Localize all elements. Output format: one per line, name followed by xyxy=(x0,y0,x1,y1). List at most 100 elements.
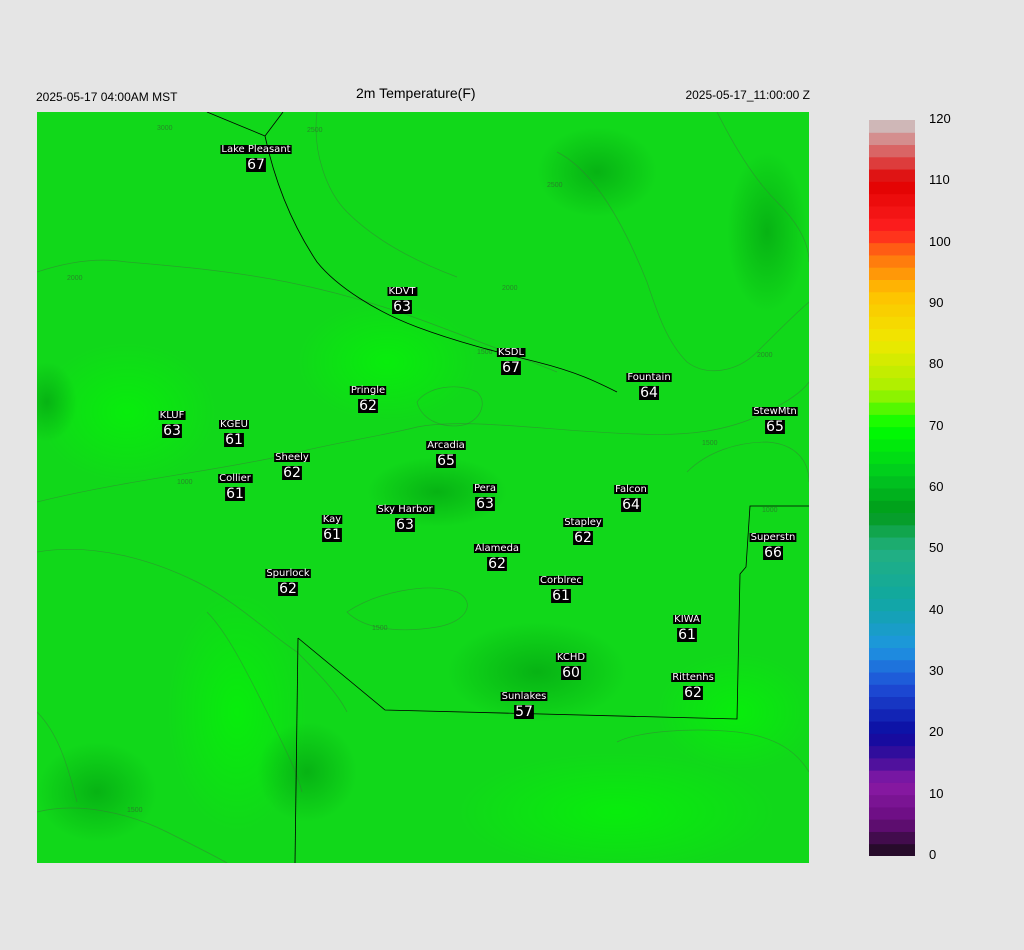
colorbar-band xyxy=(869,463,915,477)
colorbar-tick-label: 40 xyxy=(929,601,944,617)
contour-label: 1000 xyxy=(177,479,193,486)
colorbar-band xyxy=(869,770,915,783)
colorbar-band xyxy=(869,586,915,599)
colorbar-band xyxy=(869,500,915,514)
colorbar-band xyxy=(869,353,915,366)
station-name: Stapley xyxy=(564,517,602,528)
station-value: 62 xyxy=(279,581,297,597)
colorbar-band xyxy=(869,512,915,526)
map-title: 2m Temperature(F) xyxy=(356,85,476,101)
colorbar-band xyxy=(869,218,915,231)
station-name: Falcon xyxy=(615,484,647,495)
station-name: KIWA xyxy=(674,614,700,625)
colorbar-tick-label: 0 xyxy=(929,847,937,862)
colorbar-band xyxy=(869,169,915,182)
colorbar-tick-label: 70 xyxy=(929,417,944,433)
contour-label: 2500 xyxy=(547,182,563,189)
colorbar-band xyxy=(869,696,915,710)
station-name: Collier xyxy=(219,473,252,484)
station-name: Corblrec xyxy=(540,575,582,586)
colorbar-band xyxy=(869,205,915,219)
station-name: Superstn xyxy=(751,532,796,543)
station-name: Kay xyxy=(323,514,342,525)
colorbar-band xyxy=(869,328,915,342)
station-value: 67 xyxy=(502,360,520,376)
colorbar-band xyxy=(869,635,915,648)
colorbar-band xyxy=(869,389,915,403)
colorbar-band xyxy=(869,610,915,624)
colorbar-band xyxy=(869,733,915,747)
station-name: Fountain xyxy=(627,372,670,383)
colorbar-band xyxy=(869,598,915,612)
colorbar-band xyxy=(869,831,915,845)
station-kay: Kay 61 xyxy=(321,514,343,543)
colorbar-band xyxy=(869,230,915,244)
colorbar-band xyxy=(869,549,915,563)
station-kiwa: KIWA 61 xyxy=(673,614,701,643)
contour-label: 3000 xyxy=(157,125,173,132)
colorbar-band xyxy=(869,304,915,317)
colorbar-tick-label: 10 xyxy=(929,785,944,801)
station-value: 61 xyxy=(552,588,570,604)
station-value: 62 xyxy=(574,530,592,546)
contour-label: 1500 xyxy=(372,625,388,632)
colorbar-band xyxy=(869,365,915,379)
colorbar-band xyxy=(869,819,915,832)
station-name: Arcadia xyxy=(427,440,465,451)
colorbar-band xyxy=(869,156,915,170)
valid-time-local: 2025-05-17 04:00AM MST xyxy=(36,90,178,104)
station-value: 63 xyxy=(163,423,181,439)
station-name: KCHD xyxy=(557,652,586,663)
station-kluf: KLUF 63 xyxy=(158,410,186,439)
colorbar-band xyxy=(869,622,915,636)
contour-label: 2500 xyxy=(307,127,323,134)
colorbar-band xyxy=(869,684,915,698)
contour-label: 1500 xyxy=(127,807,143,814)
contour-label: 2000 xyxy=(502,285,518,292)
colorbar-band xyxy=(869,475,915,489)
station-value: 57 xyxy=(515,704,533,720)
valid-time-utc: 2025-05-17_11:00:00 Z xyxy=(685,88,810,102)
colorbar-band xyxy=(869,659,915,673)
colorbar-band xyxy=(869,340,915,354)
colorbar xyxy=(869,120,915,856)
colorbar-band xyxy=(869,794,915,808)
station-value: 64 xyxy=(640,385,658,401)
station-value: 64 xyxy=(622,497,640,513)
station-name: Sheely xyxy=(275,452,309,463)
station-name: KGEU xyxy=(220,419,248,430)
colorbar-band xyxy=(869,377,915,391)
station-value: 62 xyxy=(283,465,301,481)
station-value: 65 xyxy=(766,419,784,435)
station-name: KLUF xyxy=(160,410,185,421)
station-name: Rittenhs xyxy=(672,672,714,683)
contour-label: 1000 xyxy=(762,507,778,514)
colorbar-band xyxy=(869,120,915,133)
station-name: KSDL xyxy=(498,347,525,358)
colorbar-band xyxy=(869,672,915,685)
station-name: Alameda xyxy=(475,543,519,554)
station-value: 61 xyxy=(226,486,244,502)
colorbar-band xyxy=(869,451,915,464)
colorbar-tick-label: 50 xyxy=(929,540,944,556)
colorbar-band xyxy=(869,291,915,305)
station-name: StewMtn xyxy=(753,406,797,417)
station-value: 66 xyxy=(764,545,782,561)
colorbar-band xyxy=(869,708,915,722)
colorbar-band xyxy=(869,132,915,146)
colorbar-tick-label: 120 xyxy=(929,111,951,126)
station-value: 61 xyxy=(225,432,243,448)
colorbar-band xyxy=(869,647,915,661)
station-value: 63 xyxy=(476,496,494,512)
colorbar-tick-label: 90 xyxy=(929,295,944,310)
station-name: Sunlakes xyxy=(502,691,547,702)
colorbar-band xyxy=(869,782,915,796)
station-value: 63 xyxy=(396,517,414,533)
station-value: 61 xyxy=(678,627,696,643)
colorbar-band xyxy=(869,267,915,280)
colorbar-band xyxy=(869,181,915,195)
colorbar-band xyxy=(869,279,915,293)
colorbar-band xyxy=(869,193,915,207)
station-value: 63 xyxy=(393,299,411,315)
temperature-map: 1000 1500 1500 1500 2000 2000 2000 2500 … xyxy=(37,112,809,863)
